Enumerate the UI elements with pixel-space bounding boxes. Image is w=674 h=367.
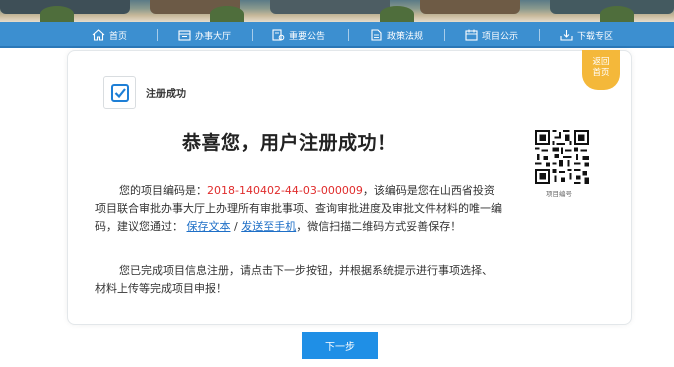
message-prefix: 您的项目编码是： [119, 184, 207, 197]
hall-icon [178, 29, 191, 41]
return-home-button[interactable]: 返回 首页 [582, 50, 620, 90]
send-to-phone-link[interactable]: 发送至手机 [241, 220, 296, 233]
nav-item-label: 重要公告 [289, 31, 326, 42]
save-text-link[interactable]: 保存文本 [187, 220, 231, 233]
nav-item-hall[interactable]: 办事大厅 [178, 22, 231, 48]
checkbox-check-icon [103, 76, 136, 109]
nav-divider [444, 29, 445, 41]
nav-item-label: 下载专区 [577, 31, 614, 42]
home-icon [92, 29, 105, 41]
message-suffix: ，微信扫描二维码方式妥善保存！ [296, 220, 462, 233]
link-separator: / [234, 220, 238, 233]
nav-item-label: 项目公示 [482, 31, 519, 42]
nav-item-project-publicity[interactable]: 项目公示 [465, 22, 518, 48]
nav-divider [252, 29, 253, 41]
success-label: 注册成功 [146, 89, 186, 100]
next-step-text: 您已完成项目信息注册，请点击下一步按钮，并根据系统提示进行事项选择、材料上传等完… [95, 264, 493, 295]
announcement-icon [272, 29, 285, 41]
policy-document-icon [370, 29, 383, 41]
nav-item-label: 政策法规 [387, 31, 424, 42]
nav-item-label: 首页 [109, 31, 128, 42]
nav-item-downloads[interactable]: 下载专区 [560, 22, 613, 48]
return-home-line1: 返回 [592, 57, 610, 67]
return-home-line2: 首页 [592, 68, 610, 78]
project-code-value: 2018-140402-44-03-000009 [207, 184, 363, 197]
nav-item-policies[interactable]: 政策法规 [370, 22, 423, 48]
qr-code-image [535, 130, 589, 184]
success-header: 注册成功 [103, 76, 186, 109]
download-icon [560, 29, 573, 41]
nav-divider [157, 29, 158, 41]
page-title: 恭喜您，用户注册成功！ [182, 132, 397, 154]
nav-item-announcements[interactable]: 重要公告 [272, 22, 325, 48]
next-step-button[interactable]: 下一步 [302, 332, 378, 359]
nav-divider [539, 29, 540, 41]
project-code-message: 您的项目编码是：2018-140402-44-03-000009，该编码是您在山… [95, 182, 502, 236]
next-step-message: 您已完成项目信息注册，请点击下一步按钮，并根据系统提示进行事项选择、材料上传等完… [95, 262, 502, 298]
main-nav-bar: 首页 办事大厅 重要公告 政策法规 项目公示 下载专区 [0, 22, 674, 48]
header-banner-image [0, 0, 674, 22]
nav-item-home[interactable]: 首页 [92, 22, 127, 48]
nav-divider [348, 29, 349, 41]
calendar-icon [465, 29, 478, 41]
nav-item-label: 办事大厅 [195, 31, 232, 42]
qr-caption: 项目编号 [546, 190, 572, 198]
